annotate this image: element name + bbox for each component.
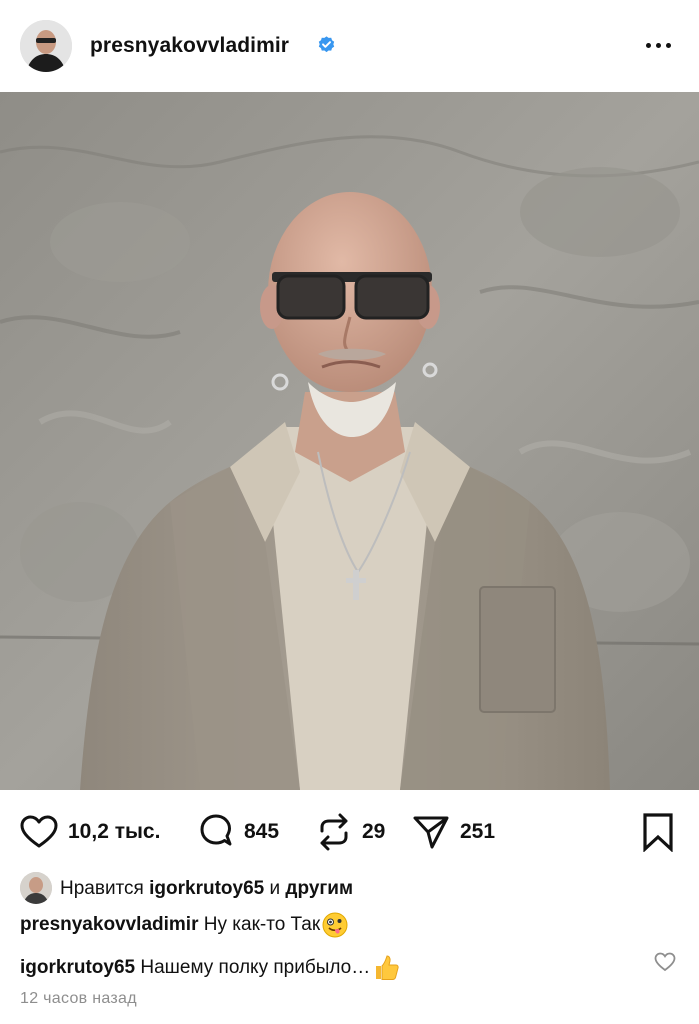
post-photo[interactable] xyxy=(0,92,699,790)
repost-action[interactable]: 29 xyxy=(316,812,385,852)
caption-line: presnyakovvladimir Ну как-то Так xyxy=(20,912,348,938)
thumbs-up-emoji xyxy=(376,955,399,980)
portrait-image xyxy=(0,92,699,790)
like-count: 10,2 тыс. xyxy=(68,820,161,843)
comment-line: igorkrutoy65 Нашему полку прибыло… xyxy=(20,954,400,982)
verified-badge-icon xyxy=(318,36,335,53)
liked-by-others[interactable]: другим xyxy=(285,878,353,899)
liked-by-line: Нравится igorkrutoy65 и другим xyxy=(60,878,353,900)
liker-avatar-image xyxy=(20,872,52,904)
comment-icon[interactable] xyxy=(198,814,234,850)
comment-count: 845 xyxy=(244,820,280,843)
zany-face-emoji xyxy=(322,912,348,938)
action-bar: 10,2 тыс. 845 29 251 xyxy=(0,800,699,864)
bookmark-icon[interactable] xyxy=(640,812,676,852)
post-header: presnyakovvladimir xyxy=(0,0,699,92)
caption-user[interactable]: presnyakovvladimir xyxy=(20,914,198,935)
caption-text: Ну как-то Так xyxy=(203,914,321,936)
post-username[interactable]: presnyakovvladimir xyxy=(90,34,289,58)
profile-avatar[interactable] xyxy=(20,20,72,72)
comment-text: Нашему полку прибыло… xyxy=(140,957,371,979)
more-options-icon[interactable] xyxy=(646,38,676,52)
liker-avatar[interactable] xyxy=(20,872,52,904)
share-action[interactable]: 251 xyxy=(412,812,495,852)
heart-icon[interactable] xyxy=(20,815,58,849)
share-icon[interactable] xyxy=(412,814,450,850)
comment-user[interactable]: igorkrutoy65 xyxy=(20,957,135,978)
liked-by-conj: и xyxy=(269,878,281,899)
comment-action[interactable]: 845 xyxy=(198,812,279,852)
avatar-image xyxy=(20,20,72,72)
post-timestamp: 12 часов назад xyxy=(20,990,137,1007)
share-count: 251 xyxy=(460,820,496,843)
repost-count: 29 xyxy=(362,820,386,843)
small-heart-icon[interactable] xyxy=(654,952,676,972)
repost-icon[interactable] xyxy=(316,813,352,851)
liked-by-prefix: Нравится xyxy=(60,878,144,899)
like-action[interactable]: 10,2 тыс. xyxy=(20,812,160,852)
liked-by-user[interactable]: igorkrutoy65 xyxy=(149,878,264,899)
